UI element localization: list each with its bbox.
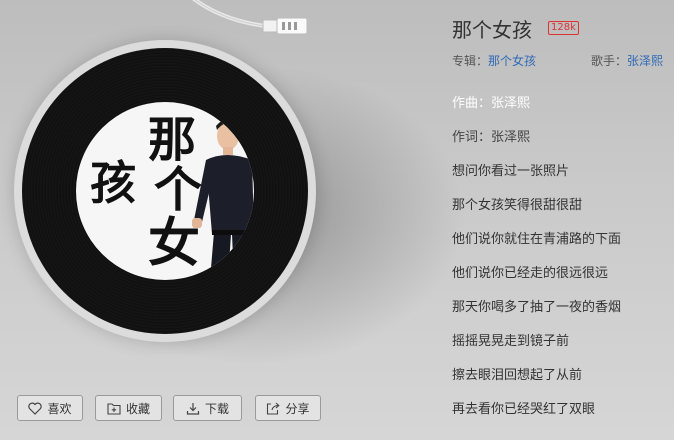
lyric-line: 再去看你已经哭红了双眼 <box>452 402 596 417</box>
lyrics-panel[interactable]: 作曲：张泽熙 作词：张泽熙 想问你看过一张照片 那个女孩笑得很甜很甜 他们说你就… <box>452 94 674 434</box>
collect-button[interactable]: 收藏 <box>95 395 162 421</box>
download-label: 下载 <box>204 401 229 416</box>
like-button[interactable]: 喜欢 <box>17 395 83 421</box>
lyric-line: 摇摇晃晃走到镜子前 <box>452 334 570 349</box>
album-info: 专辑：那个女孩 <box>452 52 536 69</box>
add-folder-icon <box>107 402 121 415</box>
song-title: 那个女孩 <box>452 18 532 42</box>
collect-label: 收藏 <box>125 401 150 416</box>
lyric-line: 作词：张泽熙 <box>452 130 531 145</box>
download-icon <box>186 402 200 415</box>
lyric-line: 那个女孩笑得很甜很甜 <box>452 198 583 213</box>
tonearm <box>191 0 308 35</box>
lyric-line: 那天你喝多了抽了一夜的香烟 <box>452 300 622 315</box>
heart-icon <box>28 402 43 415</box>
lyric-line: 他们说你就住在青浦路的下面 <box>452 232 622 247</box>
album-link[interactable]: 那个女孩 <box>488 54 536 68</box>
artist-link[interactable]: 张泽熙 <box>627 54 663 68</box>
singer-photo <box>192 119 254 280</box>
artist-label: 歌手： <box>591 54 628 68</box>
download-button[interactable]: 下载 <box>173 395 242 421</box>
artist-info: 歌手：张泽熙 <box>591 52 663 69</box>
quality-badge[interactable]: 128k <box>548 21 579 35</box>
album-cover: 那 个 女 孩 <box>76 102 254 280</box>
like-label: 喜欢 <box>47 401 72 416</box>
share-icon <box>267 402 281 415</box>
album-label: 专辑： <box>452 54 489 68</box>
share-button[interactable]: 分享 <box>255 395 321 421</box>
vinyl-disc: 那 个 女 孩 <box>22 48 308 334</box>
lyric-line: 他们说你已经走的很远很远 <box>452 266 609 281</box>
lyric-line: 想问你看过一张照片 <box>452 164 570 179</box>
lyric-line: 擦去眼泪回想起了从前 <box>452 368 583 383</box>
lyric-line: 作曲：张泽熙 <box>452 96 531 111</box>
vinyl-record: 那 个 女 孩 <box>14 40 316 342</box>
share-label: 分享 <box>285 401 310 416</box>
